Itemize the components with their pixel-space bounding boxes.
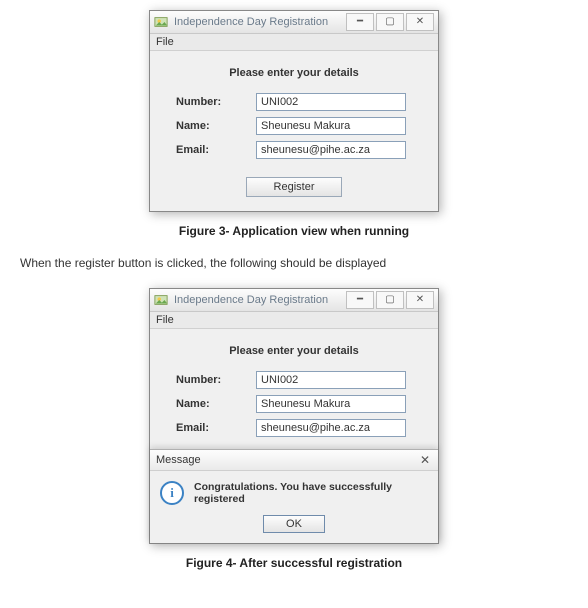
input-name[interactable] bbox=[256, 117, 406, 135]
maximize-button[interactable]: ▢ bbox=[376, 13, 404, 31]
form-heading: Please enter your details bbox=[158, 345, 430, 357]
row-name: Name: bbox=[158, 395, 430, 413]
titlebar: Independence Day Registration ━ ▢ ✕ bbox=[150, 289, 438, 312]
row-number: Number: bbox=[158, 371, 430, 389]
titlebar: Independence Day Registration ━ ▢ ✕ bbox=[150, 11, 438, 34]
window-title: Independence Day Registration bbox=[174, 16, 344, 28]
dialog-body: i Congratulations. You have successfully… bbox=[150, 471, 438, 511]
menubar: File bbox=[150, 312, 438, 329]
figure-3-caption: Figure 3- Application view when running bbox=[20, 224, 568, 238]
row-name: Name: bbox=[158, 117, 430, 135]
close-button[interactable]: ✕ bbox=[406, 291, 434, 309]
input-email[interactable] bbox=[256, 141, 406, 159]
dialog-button-row: OK bbox=[150, 511, 438, 543]
minimize-button[interactable]: ━ bbox=[346, 13, 374, 31]
window-content: Please enter your details Number: Name: … bbox=[150, 51, 438, 211]
dialog-message: Congratulations. You have successfully r… bbox=[194, 481, 428, 505]
label-name: Name: bbox=[158, 120, 256, 132]
info-icon: i bbox=[160, 481, 184, 505]
maximize-button[interactable]: ▢ bbox=[376, 291, 404, 309]
form-heading: Please enter your details bbox=[158, 67, 430, 79]
app-window-1: Independence Day Registration ━ ▢ ✕ File… bbox=[149, 10, 439, 212]
button-row: Register bbox=[158, 177, 430, 197]
menubar: File bbox=[150, 34, 438, 51]
menu-file[interactable]: File bbox=[156, 314, 174, 326]
menu-file[interactable]: File bbox=[156, 36, 174, 48]
input-email[interactable] bbox=[256, 419, 406, 437]
window-title: Independence Day Registration bbox=[174, 294, 344, 306]
message-dialog: Message ✕ i Congratulations. You have su… bbox=[150, 449, 438, 543]
label-email: Email: bbox=[158, 422, 256, 434]
close-button[interactable]: ✕ bbox=[406, 13, 434, 31]
app-icon bbox=[154, 15, 168, 29]
dialog-titlebar: Message ✕ bbox=[150, 450, 438, 471]
instruction-text: When the register button is clicked, the… bbox=[20, 256, 568, 270]
row-number: Number: bbox=[158, 93, 430, 111]
input-name[interactable] bbox=[256, 395, 406, 413]
minimize-button[interactable]: ━ bbox=[346, 291, 374, 309]
register-button[interactable]: Register bbox=[246, 177, 342, 197]
dialog-title-text: Message bbox=[156, 454, 201, 466]
label-number: Number: bbox=[158, 96, 256, 108]
app-icon bbox=[154, 293, 168, 307]
input-number[interactable] bbox=[256, 371, 406, 389]
input-number[interactable] bbox=[256, 93, 406, 111]
label-name: Name: bbox=[158, 398, 256, 410]
ok-button[interactable]: OK bbox=[263, 515, 325, 533]
figure-4-caption: Figure 4- After successful registration bbox=[20, 556, 568, 570]
app-window-2: Independence Day Registration ━ ▢ ✕ File… bbox=[149, 288, 439, 544]
label-email: Email: bbox=[158, 144, 256, 156]
row-email: Email: bbox=[158, 419, 430, 437]
dialog-close-button[interactable]: ✕ bbox=[418, 453, 432, 467]
label-number: Number: bbox=[158, 374, 256, 386]
row-email: Email: bbox=[158, 141, 430, 159]
